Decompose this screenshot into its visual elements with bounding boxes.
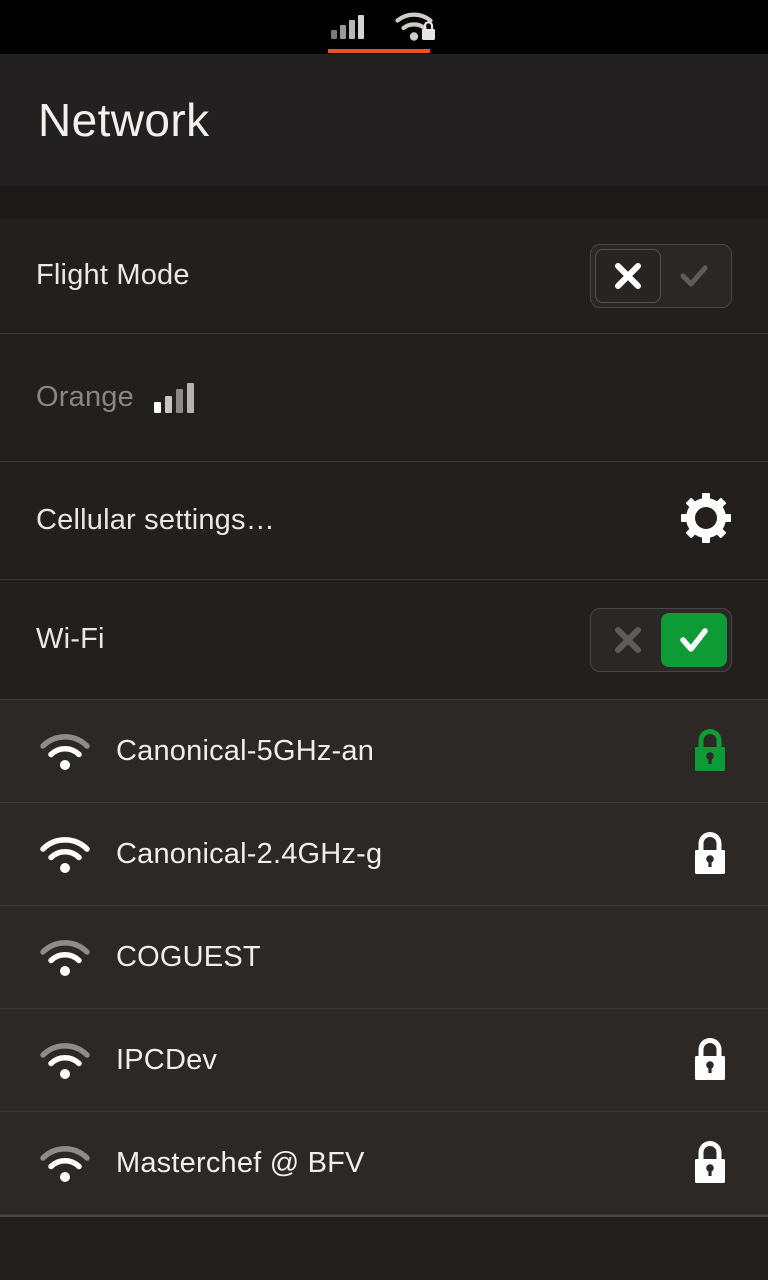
close-x-icon xyxy=(615,626,641,653)
wifi-network-name: Canonical-5GHz-an xyxy=(116,734,375,767)
wifi-network-row[interactable]: COGUEST xyxy=(0,906,768,1009)
signal-bar-3 xyxy=(175,388,183,413)
wifi-secured-icon[interactable] xyxy=(394,8,438,47)
signal-bar-2 xyxy=(339,25,346,39)
lock-icon xyxy=(688,1037,732,1083)
cellular-signal-icon xyxy=(153,382,194,413)
wifi-icon xyxy=(36,834,94,874)
wifi-icon xyxy=(36,731,94,771)
wifi-network-name: Canonical-2.4GHz-g xyxy=(116,837,383,870)
wifi-network-row[interactable]: Canonical-5GHz-an xyxy=(0,700,768,803)
page-header: Network xyxy=(0,54,768,186)
flight-mode-switch[interactable] xyxy=(590,243,732,308)
wifi-network-row[interactable]: Masterchef @ BFV xyxy=(0,1112,768,1215)
signal-bar-2 xyxy=(164,395,172,413)
cellular-settings-label: Cellular settings… xyxy=(36,504,275,536)
wifi-switch[interactable] xyxy=(590,607,732,672)
signal-bar-1 xyxy=(330,30,337,39)
switch-off-side[interactable] xyxy=(595,248,661,303)
check-icon xyxy=(680,627,708,652)
check-icon xyxy=(680,265,708,286)
close-x-icon xyxy=(615,262,641,289)
page-filler xyxy=(0,1217,768,1280)
wifi-network-row[interactable]: IPCDev xyxy=(0,1009,768,1112)
cellular-signal-icon[interactable] xyxy=(330,15,364,39)
flight-mode-row[interactable]: Flight Mode xyxy=(0,218,768,334)
wifi-icon xyxy=(36,1143,94,1183)
status-bar-indicators xyxy=(330,8,438,47)
page-title: Network xyxy=(38,94,210,146)
wifi-network-name: IPCDev xyxy=(116,1043,218,1076)
wifi-icon xyxy=(36,937,94,977)
status-bar xyxy=(0,0,768,54)
flight-mode-label: Flight Mode xyxy=(36,259,190,291)
wifi-label: Wi-Fi xyxy=(36,623,105,655)
wifi-network-row[interactable]: Canonical-2.4GHz-g xyxy=(0,803,768,906)
wifi-network-name: COGUEST xyxy=(116,940,261,973)
signal-bar-3 xyxy=(348,20,355,39)
header-spacer xyxy=(0,186,768,218)
wifi-network-name: Masterchef @ BFV xyxy=(116,1146,365,1179)
lock-icon xyxy=(688,831,732,877)
carrier-name: Orange xyxy=(36,381,134,413)
gear-icon[interactable] xyxy=(680,492,732,549)
connectivity-section: Flight Mode Orange Cellular settings… Wi… xyxy=(0,218,768,700)
active-panel-indicator xyxy=(328,49,430,53)
lock-icon xyxy=(688,1140,732,1186)
wifi-toggle-row[interactable]: Wi-Fi xyxy=(0,580,768,700)
lock-badge xyxy=(421,20,435,40)
cellular-settings-row[interactable]: Cellular settings… xyxy=(0,462,768,580)
wifi-icon xyxy=(36,1040,94,1080)
lock-icon xyxy=(688,728,732,774)
signal-bar-4 xyxy=(186,382,194,413)
switch-on-side[interactable] xyxy=(661,612,727,667)
switch-off-side[interactable] xyxy=(595,613,661,667)
switch-on-side[interactable] xyxy=(661,249,727,303)
signal-bar-1 xyxy=(153,401,161,413)
signal-bar-4 xyxy=(357,15,364,39)
carrier-row: Orange xyxy=(0,334,768,462)
wifi-network-list: Canonical-5GHz-an Canonical-2.4GHz-g COG… xyxy=(0,700,768,1215)
